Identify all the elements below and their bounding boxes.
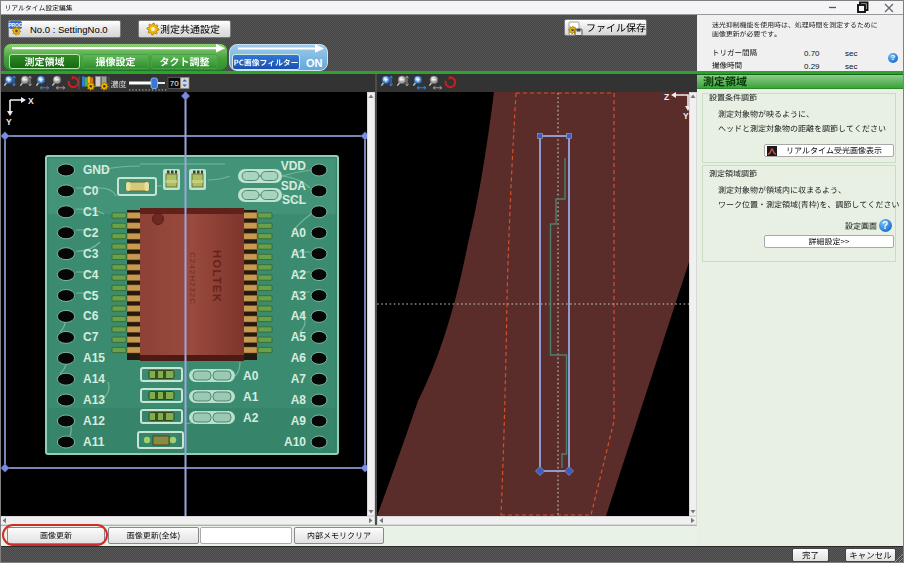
svg-text:PROG: PROG: [8, 23, 22, 28]
